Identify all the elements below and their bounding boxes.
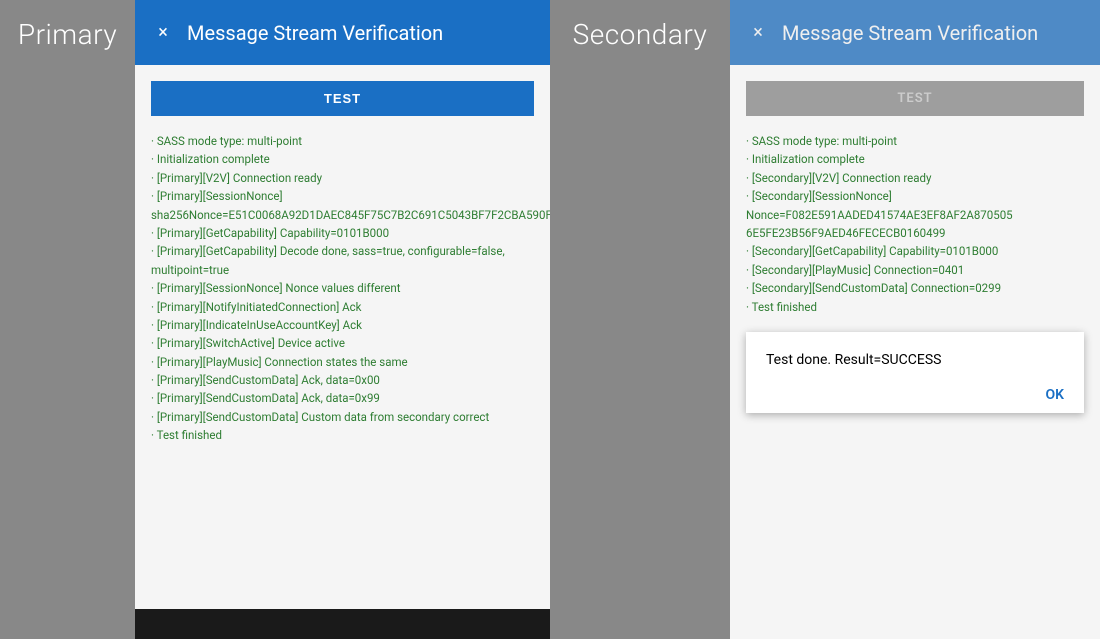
left-panel-title: Primary (18, 18, 117, 51)
left-panel: Primary × Message Stream Verification TE… (0, 0, 550, 639)
list-item: · [Primary][SendCustomData] Ack, data=0x… (151, 371, 534, 389)
list-item: · [Primary][SessionNonce] Nonce values d… (151, 279, 534, 297)
right-dialog-header: × Message Stream Verification (730, 0, 1100, 65)
list-item: · [Primary][SessionNonce] sha256Nonce=E5… (151, 187, 534, 224)
left-dialog: × Message Stream Verification TEST · SAS… (135, 0, 550, 639)
list-item: · [Secondary][GetCapability] Capability=… (746, 242, 1084, 260)
left-log-area: · SASS mode type: multi-point · Initiali… (151, 132, 534, 445)
list-item: · [Primary][SendCustomData] Custom data … (151, 408, 534, 426)
ok-button[interactable]: OK (1045, 387, 1064, 403)
right-dialog: × Message Stream Verification TEST · SAS… (730, 0, 1100, 639)
right-log-area: · SASS mode type: multi-point · Initiali… (746, 132, 1084, 316)
list-item: · [Primary][IndicateInUseAccountKey] Ack (151, 316, 534, 334)
list-item: · [Secondary][SendCustomData] Connection… (746, 279, 1084, 297)
list-item: · [Primary][GetCapability] Capability=01… (151, 224, 534, 242)
list-item: · [Primary][NotifyInitiatedConnection] A… (151, 298, 534, 316)
left-background: Primary (0, 0, 135, 639)
list-item: · [Secondary][V2V] Connection ready (746, 169, 1084, 187)
left-dialog-area: × Message Stream Verification TEST · SAS… (135, 0, 550, 639)
ok-button-container: OK (766, 384, 1064, 403)
left-test-button[interactable]: TEST (151, 81, 534, 116)
list-item: · [Secondary][SessionNonce] Nonce=F082E5… (746, 187, 1084, 242)
right-dialog-title: Message Stream Verification (782, 21, 1038, 45)
list-item: · [Secondary][PlayMusic] Connection=0401 (746, 261, 1084, 279)
right-panel: Secondary × Message Stream Verification … (550, 0, 1100, 639)
right-close-button[interactable]: × (746, 21, 770, 45)
list-item: · [Primary][SwitchActive] Device active (151, 334, 534, 352)
list-item: · Initialization complete (746, 150, 1084, 168)
right-background: Secondary (550, 0, 730, 639)
list-item: · SASS mode type: multi-point (151, 132, 534, 150)
list-item: · SASS mode type: multi-point (746, 132, 1084, 150)
right-dialog-body: TEST · SASS mode type: multi-point · Ini… (730, 65, 1100, 639)
result-message: Test done. Result=SUCCESS (766, 352, 1064, 368)
list-item: · [Primary][GetCapability] Decode done, … (151, 242, 534, 279)
left-bottom-bar (135, 609, 550, 639)
left-close-button[interactable]: × (151, 21, 175, 45)
left-dialog-title: Message Stream Verification (187, 21, 443, 45)
right-test-button: TEST (746, 81, 1084, 116)
right-dialog-area: × Message Stream Verification TEST · SAS… (730, 0, 1100, 639)
left-dialog-header: × Message Stream Verification (135, 0, 550, 65)
list-item: · Test finished (746, 298, 1084, 316)
list-item: · Test finished (151, 426, 534, 444)
left-dialog-body: TEST · SASS mode type: multi-point · Ini… (135, 65, 550, 639)
list-item: · Initialization complete (151, 150, 534, 168)
right-result-dialog: Test done. Result=SUCCESS OK (746, 332, 1084, 413)
list-item: · [Primary][PlayMusic] Connection states… (151, 353, 534, 371)
list-item: · [Primary][V2V] Connection ready (151, 169, 534, 187)
list-item: · [Primary][SendCustomData] Ack, data=0x… (151, 389, 534, 407)
right-panel-title: Secondary (573, 18, 708, 51)
